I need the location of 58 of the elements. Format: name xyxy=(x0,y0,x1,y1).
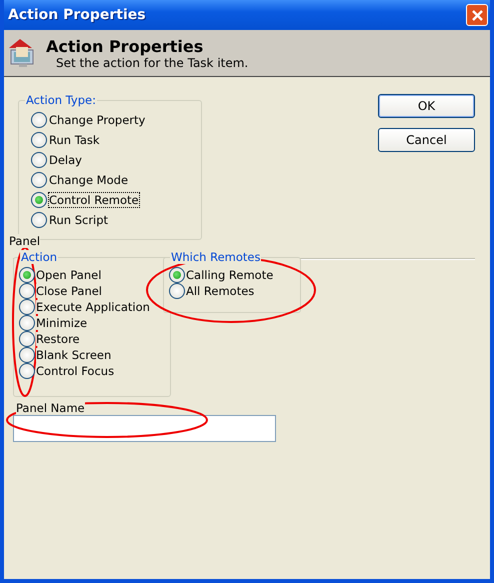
radio-option[interactable]: Change Mode xyxy=(31,170,128,190)
panel-name-field[interactable] xyxy=(13,415,276,442)
radio-button[interactable] xyxy=(31,152,47,168)
option-label: Control Focus xyxy=(36,364,114,378)
radio-button[interactable] xyxy=(31,132,47,148)
radio-option[interactable]: Run Script xyxy=(31,210,108,230)
section-label: Panel xyxy=(9,234,40,248)
radio-button[interactable] xyxy=(19,331,35,347)
option-label: Change Property xyxy=(49,113,146,127)
radio-button[interactable] xyxy=(19,315,35,331)
option-label: Execute Application xyxy=(36,300,150,314)
window-title: Action Properties xyxy=(8,7,146,23)
option-label: Minimize xyxy=(36,316,88,330)
radio-button[interactable] xyxy=(169,283,185,299)
radio-button[interactable] xyxy=(31,192,47,208)
group-label: Action Type: xyxy=(25,93,97,107)
radio-button[interactable] xyxy=(19,267,35,283)
header-subtitle: Set the action for the Task item. xyxy=(56,56,248,70)
radio-option[interactable]: Minimize xyxy=(19,315,170,331)
option-label: Restore xyxy=(36,332,80,346)
header-title: Action Properties xyxy=(46,36,204,56)
radio-option[interactable]: Run Task xyxy=(31,130,100,150)
dialog-button[interactable]: Cancel xyxy=(378,128,475,152)
radio-button[interactable] xyxy=(19,283,35,299)
radio-button[interactable] xyxy=(169,267,185,283)
radio-option[interactable]: Restore xyxy=(19,331,170,347)
radio-option[interactable]: Delay xyxy=(31,150,82,170)
radio-button[interactable] xyxy=(19,299,35,315)
radio-option[interactable]: Execute Application xyxy=(19,299,170,315)
option-label: Close Panel xyxy=(36,284,102,298)
option-label: Blank Screen xyxy=(36,348,112,362)
radio-button[interactable] xyxy=(19,363,35,379)
radio-option[interactable]: Close Panel xyxy=(19,283,170,299)
radio-button[interactable] xyxy=(31,172,47,188)
close-button[interactable] xyxy=(466,4,488,26)
radio-option[interactable]: Change Property xyxy=(31,110,146,130)
option-label: Run Task xyxy=(49,133,100,147)
group-label: Action xyxy=(20,250,58,264)
option-label: Change Mode xyxy=(49,173,128,187)
radio-option[interactable]: Control Focus xyxy=(19,363,170,379)
group-label: Which Remotes xyxy=(170,250,262,264)
option-label: Run Script xyxy=(49,213,108,227)
radio-button[interactable] xyxy=(31,112,47,128)
radio-option[interactable]: Control Remote xyxy=(31,190,139,210)
option-label: Calling Remote xyxy=(186,268,274,282)
option-label: Open Panel xyxy=(36,268,102,282)
option-label: Control Remote xyxy=(49,193,139,207)
close-icon xyxy=(470,8,484,22)
option-label: All Remotes xyxy=(186,284,254,298)
radio-option[interactable]: Calling Remote xyxy=(169,267,300,283)
radio-option[interactable]: All Remotes xyxy=(169,283,300,299)
option-label: Delay xyxy=(49,153,82,167)
radio-button[interactable] xyxy=(19,347,35,363)
radio-option[interactable]: Blank Screen xyxy=(19,347,170,363)
radio-option[interactable]: Open Panel xyxy=(19,267,170,283)
dialog-button[interactable]: OK xyxy=(378,94,475,118)
field-label: Panel Name xyxy=(16,401,85,415)
radio-button[interactable] xyxy=(31,212,47,228)
